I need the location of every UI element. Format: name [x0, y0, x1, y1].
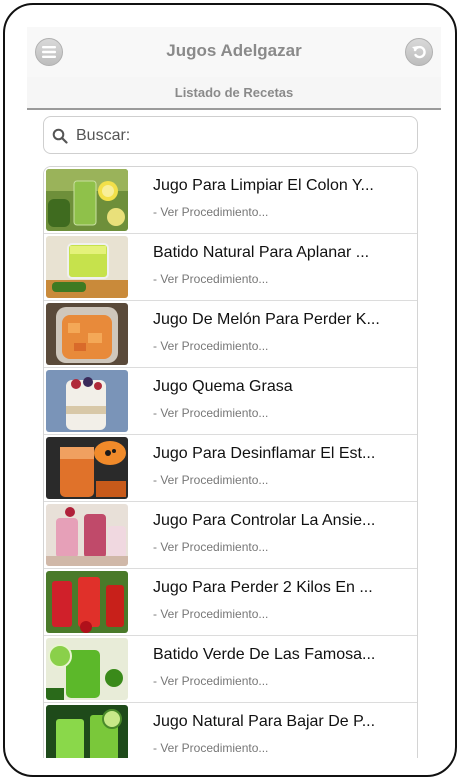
recipe-subtitle: - Ver Procedimiento... [153, 741, 269, 755]
back-button[interactable] [405, 38, 433, 66]
subheader-bar: Listado de Recetas [27, 77, 441, 110]
thumbnail-image [46, 705, 128, 758]
recipe-subtitle: - Ver Procedimiento... [153, 406, 269, 420]
recipe-subtitle: - Ver Procedimiento... [153, 339, 269, 353]
thumbnail-image [46, 370, 128, 432]
search-box[interactable] [43, 116, 418, 154]
list-item[interactable]: Jugo De Melón Para Perder K... - Ver Pro… [44, 301, 417, 368]
recipe-title: Jugo De Melón Para Perder K... [153, 311, 380, 328]
list-item[interactable]: Jugo Para Desinflamar El Est... - Ver Pr… [44, 435, 417, 502]
recipe-title: Jugo Para Controlar La Ansie... [153, 512, 376, 529]
thumbnail-image [46, 303, 128, 365]
recipe-subtitle: - Ver Procedimiento... [153, 272, 269, 286]
recipe-subtitle: - Ver Procedimiento... [153, 607, 269, 621]
list-item[interactable]: Jugo Para Limpiar El Colon Y... - Ver Pr… [44, 167, 417, 234]
list-item[interactable]: Jugo Para Perder 2 Kilos En ... - Ver Pr… [44, 569, 417, 636]
search-icon [52, 128, 68, 144]
recipe-title: Jugo Quema Grasa [153, 378, 293, 395]
back-icon [412, 45, 426, 59]
thumbnail-image [46, 169, 128, 231]
recipe-list: Jugo Para Limpiar El Colon Y... - Ver Pr… [43, 166, 418, 758]
header-bar: Jugos Adelgazar [27, 27, 441, 78]
recipe-subtitle: - Ver Procedimiento... [153, 473, 269, 487]
page-title: Jugos Adelgazar [166, 41, 302, 60]
recipe-title: Batido Verde De Las Famosa... [153, 646, 376, 663]
thumbnail-image [46, 437, 128, 499]
recipe-title: Jugo Natural Para Bajar De P... [153, 713, 376, 730]
list-item[interactable]: Batido Natural Para Aplanar ... - Ver Pr… [44, 234, 417, 301]
recipe-subtitle: - Ver Procedimiento... [153, 674, 269, 688]
subheader-label: Listado de Recetas [174, 85, 294, 100]
list-item[interactable]: Jugo Quema Grasa - Ver Procedimiento... [44, 368, 417, 435]
search-input[interactable] [74, 122, 408, 150]
recipe-title: Jugo Para Limpiar El Colon Y... [153, 177, 374, 194]
recipe-title: Jugo Para Perder 2 Kilos En ... [153, 579, 373, 596]
recipe-title: Batido Natural Para Aplanar ... [153, 244, 370, 261]
recipe-subtitle: - Ver Procedimiento... [153, 540, 269, 554]
recipe-title: Jugo Para Desinflamar El Est... [153, 445, 376, 462]
thumbnail-image [46, 638, 128, 700]
thumbnail-image [46, 504, 128, 566]
list-item[interactable]: Batido Verde De Las Famosa... - Ver Proc… [44, 636, 417, 703]
list-item[interactable]: Jugo Para Controlar La Ansie... - Ver Pr… [44, 502, 417, 569]
thumbnail-image [46, 236, 128, 298]
thumbnail-image [46, 571, 128, 633]
recipe-subtitle: - Ver Procedimiento... [153, 205, 269, 219]
list-item[interactable]: Jugo Natural Para Bajar De P... - Ver Pr… [44, 703, 417, 758]
